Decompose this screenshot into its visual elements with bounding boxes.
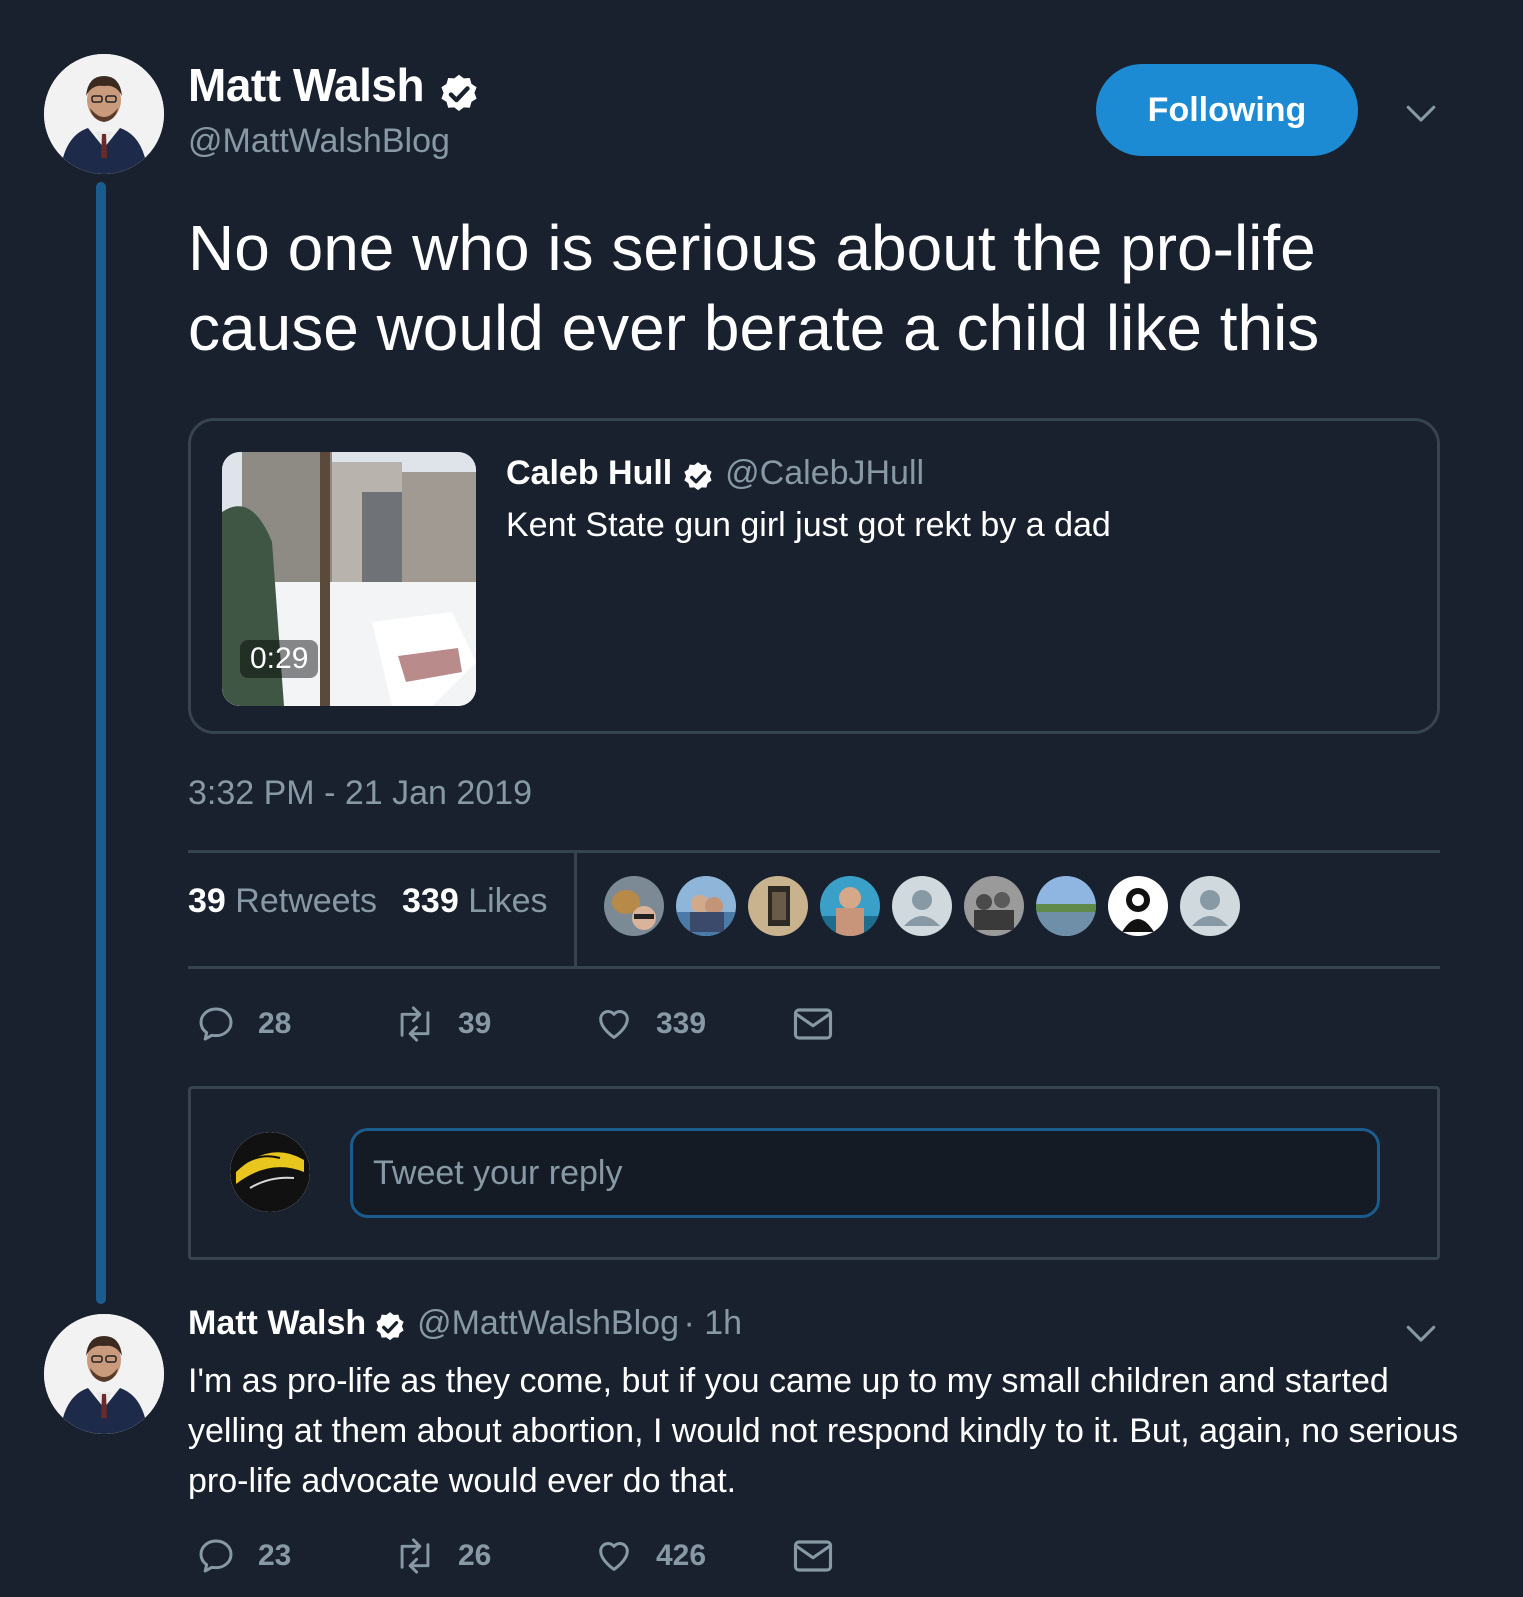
retweets-label: Retweets xyxy=(235,882,378,920)
tweet-text: No one who is serious about the pro-life… xyxy=(188,212,1320,364)
reply-icon xyxy=(199,1007,233,1041)
liker-avatar[interactable] xyxy=(748,876,808,936)
like-count: 426 xyxy=(656,1539,707,1572)
retweet-action[interactable]: 26 xyxy=(394,1536,491,1576)
direct-message-action[interactable] xyxy=(792,1536,856,1576)
author-name-row[interactable]: Matt Walsh xyxy=(188,58,481,121)
quoted-author-row[interactable]: Caleb Hull @CalebJHull xyxy=(506,454,924,499)
like-count: 339 xyxy=(656,1007,707,1040)
direct-message-action[interactable] xyxy=(792,1004,856,1044)
default-avatar-icon[interactable] xyxy=(892,876,952,936)
retweets-count: 39 xyxy=(188,882,226,920)
retweets-stat[interactable]: 39 Retweets xyxy=(188,882,377,921)
reply-author-row[interactable]: Matt Walsh @MattWalshBlog · 1h xyxy=(188,1304,742,1349)
likes-count: 339 xyxy=(402,882,459,920)
reply-author-handle[interactable]: @MattWalshBlog xyxy=(417,1304,679,1342)
liker-avatar[interactable] xyxy=(1036,876,1096,936)
retweet-count: 39 xyxy=(458,1007,492,1040)
following-button[interactable]: Following xyxy=(1096,64,1358,156)
liker-avatar[interactable] xyxy=(604,876,664,936)
author-avatar[interactable] xyxy=(44,54,164,174)
quoted-author-name[interactable]: Caleb Hull xyxy=(506,454,672,492)
like-action[interactable]: 426 xyxy=(594,1536,706,1576)
reply-author-name[interactable]: Matt Walsh xyxy=(188,1304,366,1342)
envelope-icon xyxy=(793,1008,833,1040)
video-duration: 0:29 xyxy=(240,640,319,678)
likes-stat[interactable]: 339 Likes xyxy=(402,882,548,921)
divider xyxy=(574,850,577,968)
liker-avatar[interactable] xyxy=(676,876,736,936)
tweet-timestamp[interactable]: 3:32 PM - 21 Jan 2019 xyxy=(188,774,532,813)
reply-action[interactable]: 28 xyxy=(196,1004,291,1044)
retweet-icon xyxy=(400,1006,430,1042)
chevron-down-icon[interactable] xyxy=(1404,96,1438,135)
reply-author-avatar[interactable] xyxy=(44,1314,164,1434)
like-action[interactable]: 339 xyxy=(594,1004,706,1044)
reply-count: 28 xyxy=(258,1007,292,1040)
divider xyxy=(188,966,1440,969)
reply-input[interactable]: Tweet your reply xyxy=(350,1128,1380,1218)
liker-avatar[interactable] xyxy=(1108,876,1168,936)
reply-action[interactable]: 23 xyxy=(196,1536,291,1576)
current-user-avatar[interactable] xyxy=(230,1132,310,1212)
thread-line xyxy=(96,182,106,1304)
retweet-icon xyxy=(400,1538,430,1574)
likes-label: Likes xyxy=(468,882,548,920)
reply-icon xyxy=(199,1539,233,1573)
verified-badge-icon xyxy=(437,72,481,121)
liker-avatar[interactable] xyxy=(964,876,1024,936)
author-handle[interactable]: @MattWalshBlog xyxy=(188,122,450,161)
verified-badge-icon xyxy=(373,1310,407,1349)
quoted-tweet-text: Kent State gun girl just got rekt by a d… xyxy=(506,506,1111,544)
retweet-count: 26 xyxy=(458,1539,492,1572)
divider xyxy=(188,850,1440,853)
quoted-author-handle[interactable]: @CalebJHull xyxy=(725,454,924,492)
heart-icon xyxy=(599,1010,629,1039)
verified-badge-icon xyxy=(681,460,715,499)
envelope-icon xyxy=(793,1540,833,1572)
retweet-action[interactable]: 39 xyxy=(394,1004,491,1044)
reply-count: 23 xyxy=(258,1539,292,1572)
reply-time[interactable]: · 1h xyxy=(683,1304,742,1342)
author-name[interactable]: Matt Walsh xyxy=(188,59,425,111)
liker-avatar[interactable] xyxy=(820,876,880,936)
chevron-down-icon[interactable] xyxy=(1404,1316,1438,1355)
reply-tweet-text: I'm as pro-life as they come, but if you… xyxy=(188,1362,1459,1500)
default-avatar-icon[interactable] xyxy=(1180,876,1240,936)
heart-icon xyxy=(599,1542,629,1571)
